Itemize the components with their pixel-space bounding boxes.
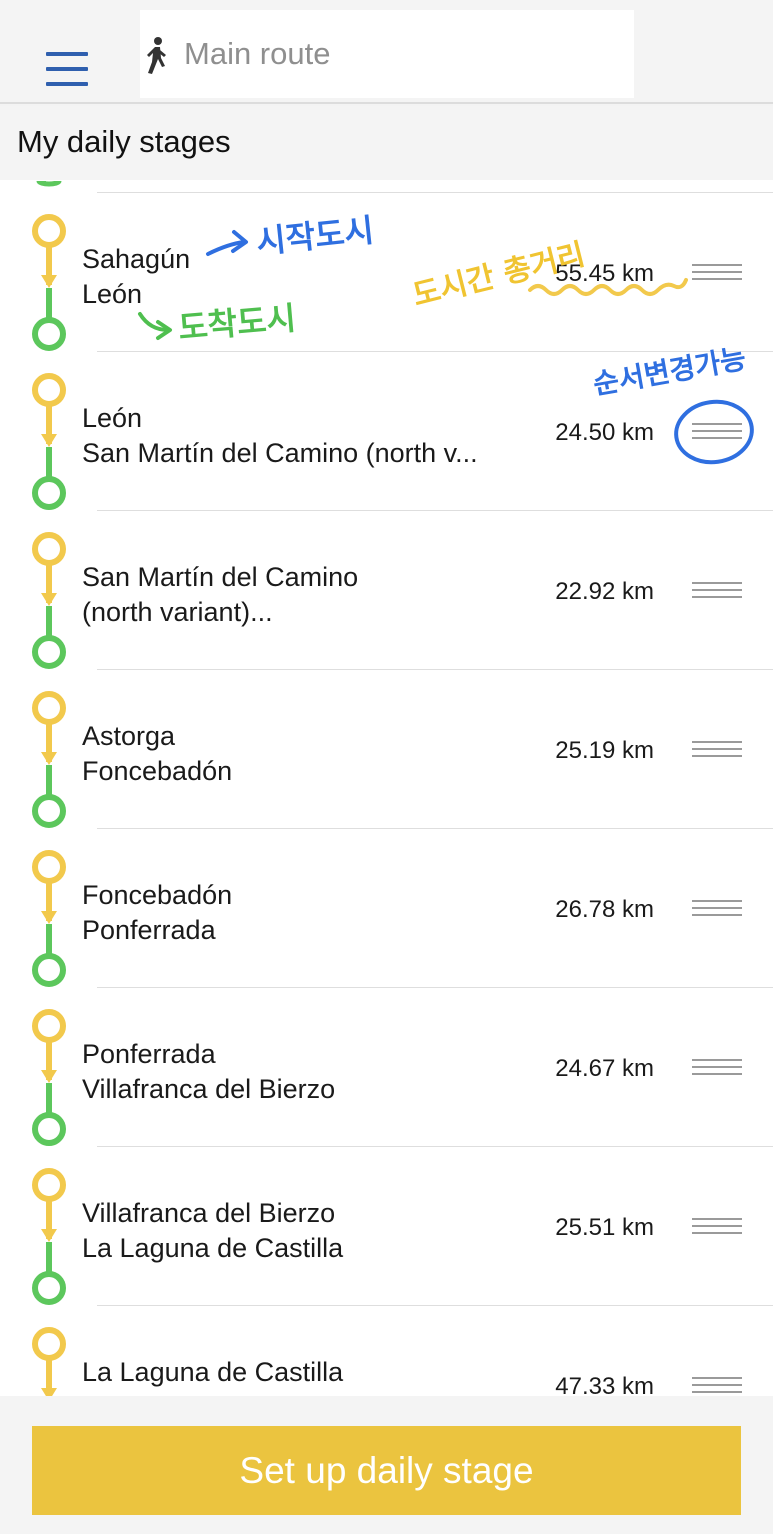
stage-route-icon bbox=[32, 214, 66, 351]
stage-row[interactable]: Astorga Foncebadón 25.19 km bbox=[0, 669, 773, 828]
row-divider bbox=[97, 192, 773, 193]
stage-end-city: Villafranca del Bierzo bbox=[82, 1074, 336, 1104]
route-search-field[interactable] bbox=[140, 10, 634, 98]
stage-row[interactable]: Villafranca del Bierzo La Laguna de Cast… bbox=[0, 1146, 773, 1305]
route-line-continuation bbox=[0, 180, 773, 192]
stage-row[interactable]: Foncebadón Ponferrada 26.78 km bbox=[0, 828, 773, 987]
stage-start-city: Villafranca del Bierzo bbox=[82, 1198, 336, 1228]
drag-handle-icon[interactable] bbox=[692, 1216, 742, 1238]
stage-start-city: Ponferrada bbox=[82, 1039, 216, 1069]
stage-end-city: Foncebadón bbox=[82, 756, 233, 786]
stage-start-city: San Martín del Camino bbox=[82, 562, 359, 592]
stage-route-icon bbox=[32, 532, 66, 669]
section-title: My daily stages bbox=[17, 124, 231, 159]
row-divider bbox=[97, 1305, 773, 1306]
stage-route-icon bbox=[32, 850, 66, 987]
row-divider bbox=[97, 1146, 773, 1147]
stage-end-city: Ponferrada bbox=[82, 915, 216, 945]
drag-handle-icon[interactable] bbox=[692, 1375, 742, 1396]
row-divider bbox=[97, 510, 773, 511]
stage-start-city: La Laguna de Castilla bbox=[82, 1357, 344, 1387]
stage-row[interactable]: Ponferrada Villafranca del Bierzo 24.67 … bbox=[0, 987, 773, 1146]
stage-end-city: San Martín del Camino (north v... bbox=[82, 438, 478, 468]
drag-handle-icon[interactable] bbox=[692, 262, 742, 284]
stage-end-city: (north variant)... bbox=[82, 597, 273, 627]
drag-handle-icon[interactable] bbox=[692, 898, 742, 920]
row-divider bbox=[97, 828, 773, 829]
row-divider bbox=[97, 669, 773, 670]
stage-distance: 26.78 km bbox=[555, 896, 654, 923]
drag-handle-icon[interactable] bbox=[692, 421, 742, 443]
stage-distance: 24.50 km bbox=[555, 419, 654, 446]
stage-row[interactable]: Sahagún León 55.45 km bbox=[0, 192, 773, 351]
drag-handle-icon[interactable] bbox=[692, 580, 742, 602]
section-header: My daily stages bbox=[0, 106, 773, 180]
stage-row[interactable]: La Laguna de Castilla 47.33 km bbox=[0, 1305, 773, 1396]
stage-end-city: La Laguna de Castilla bbox=[82, 1233, 344, 1263]
stage-distance: 25.19 km bbox=[555, 737, 654, 764]
stage-start-city: Astorga bbox=[82, 721, 176, 751]
stage-distance: 25.51 km bbox=[555, 1214, 654, 1241]
drag-handle-icon[interactable] bbox=[692, 739, 742, 761]
stage-route-icon bbox=[32, 1168, 66, 1305]
search-input[interactable] bbox=[184, 32, 624, 76]
stage-distance: 22.92 km bbox=[555, 578, 654, 605]
stage-route-icon bbox=[32, 1327, 66, 1396]
stage-route-icon bbox=[32, 691, 66, 828]
walking-person-icon bbox=[147, 37, 166, 74]
stage-row[interactable]: San Martín del Camino (north variant)...… bbox=[0, 510, 773, 669]
top-bar bbox=[0, 0, 773, 104]
bottom-bar: Set up daily stage bbox=[0, 1396, 773, 1534]
stage-distance: 47.33 km bbox=[555, 1373, 654, 1396]
stage-start-city: León bbox=[82, 403, 143, 433]
stage-start-city: Foncebadón bbox=[82, 880, 233, 910]
drag-handle-icon[interactable] bbox=[692, 1057, 742, 1079]
row-divider bbox=[97, 987, 773, 988]
stage-route-icon bbox=[32, 373, 66, 510]
stage-route-icon bbox=[32, 1009, 66, 1146]
stage-distance: 24.67 km bbox=[555, 1055, 654, 1082]
hamburger-menu-icon[interactable] bbox=[46, 52, 88, 88]
set-up-daily-stage-button[interactable]: Set up daily stage bbox=[32, 1426, 741, 1515]
